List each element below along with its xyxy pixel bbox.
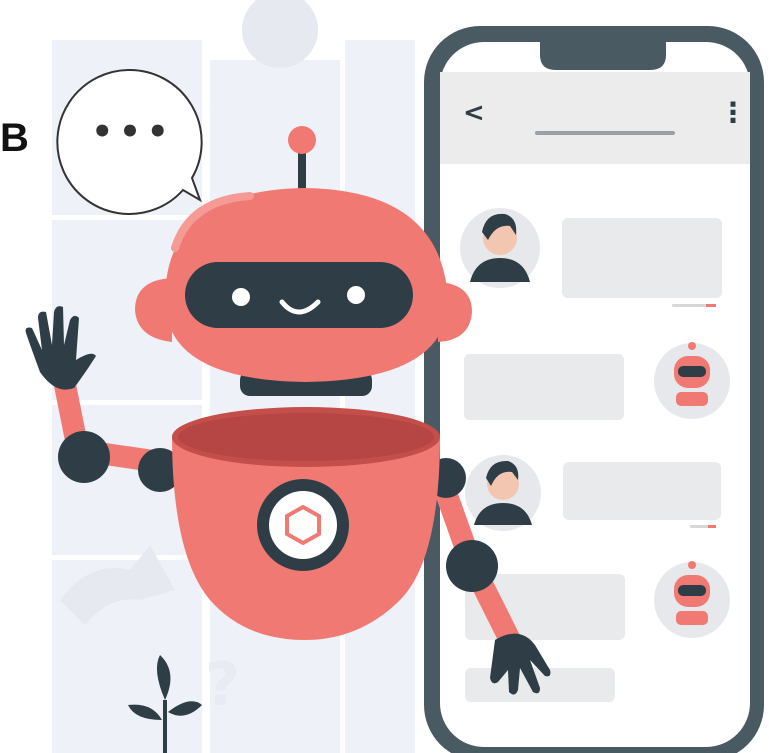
person-avatar-icon: [460, 208, 540, 288]
person-avatar-icon: [465, 455, 541, 531]
panel-label: B: [0, 116, 29, 160]
question-mark-icon: ?: [205, 650, 240, 720]
more-menu-icon: ⋮: [719, 96, 747, 129]
back-arrow-icon: <: [463, 98, 485, 128]
speech-bubble-dots: •••: [91, 112, 175, 152]
